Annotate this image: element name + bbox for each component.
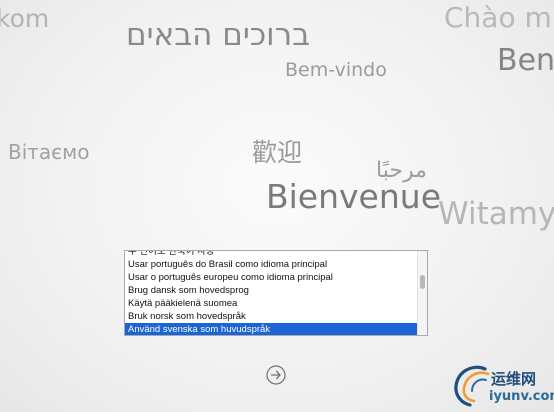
language-option[interactable]: Använd svenska som huvudspråk bbox=[125, 323, 417, 335]
watermark-url: iyunv.com bbox=[489, 389, 554, 404]
welcome-word-ben: Ben bbox=[497, 43, 554, 78]
watermark-logo-icon bbox=[454, 365, 490, 407]
language-option[interactable]: 주 언어로 한국어 사용 bbox=[125, 251, 417, 258]
welcome-screen: kom ברוכים הבאים Chào m Ben Bem-vindo Ві… bbox=[0, 0, 554, 412]
language-option[interactable]: Usar o português europeu como idioma pri… bbox=[125, 271, 417, 284]
watermark: 运维网 iyunv.com bbox=[452, 360, 554, 412]
arrow-right-circle-icon bbox=[266, 365, 286, 385]
language-list-rows: 주 언어로 한국어 사용 Usar português do Brasil com… bbox=[125, 251, 417, 335]
welcome-word-vietnamese: Chào m bbox=[444, 1, 552, 34]
language-list[interactable]: 주 언어로 한국어 사용 Usar português do Brasil com… bbox=[124, 250, 428, 336]
welcome-word-french: Bienvenue bbox=[266, 177, 441, 216]
language-option[interactable]: Bruk norsk som hovedspråk bbox=[125, 310, 417, 323]
language-option[interactable]: Usar português do Brasil como idioma pri… bbox=[125, 258, 417, 271]
welcome-word-chinese: 歡迎 bbox=[252, 138, 303, 167]
language-list-scrollbar[interactable] bbox=[417, 251, 427, 335]
scroll-thumb[interactable] bbox=[420, 275, 425, 289]
watermark-site-name: 运维网 bbox=[491, 370, 537, 388]
welcome-word-hebrew: ברוכים הבאים bbox=[126, 17, 311, 53]
welcome-word-ukrainian: Вітаємо bbox=[8, 140, 90, 164]
welcome-word-polish: Witamy bbox=[438, 196, 554, 232]
welcome-word-kom: kom bbox=[0, 4, 50, 33]
language-option[interactable]: Brug dansk som hovedsprog bbox=[125, 284, 417, 297]
continue-button[interactable] bbox=[266, 365, 286, 385]
language-option[interactable]: Käytä pääkielenä suomea bbox=[125, 297, 417, 310]
welcome-word-portuguese: Bem-vindo bbox=[285, 59, 387, 81]
